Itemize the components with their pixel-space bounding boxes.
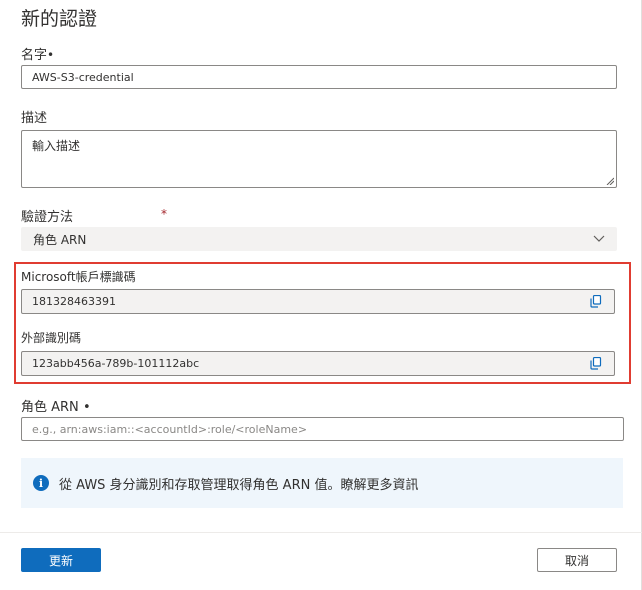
description-textarea[interactable] (21, 130, 617, 188)
copy-external-id-button[interactable] (588, 356, 604, 372)
role-arn-required-mark: • (82, 400, 91, 415)
chevron-down-icon (593, 235, 605, 242)
new-credential-panel: 新的認證 名字• 描述 驗證方法 * 角色 ARN Microsoft帳戶標識碼… (0, 0, 642, 590)
resize-grip-icon[interactable] (606, 177, 614, 185)
copy-microsoft-account-id-button[interactable] (588, 294, 604, 310)
role-arn-label: 角色 ARN • (21, 396, 91, 415)
auth-method-selected: 角色 ARN (33, 232, 87, 247)
auth-method-label: 驗證方法 (21, 210, 74, 225)
info-message-bar: i 從 AWS 身分識別和存取管理取得角色 ARN 值。瞭解更多資訊 (21, 458, 623, 508)
info-icon: i (33, 475, 49, 491)
update-button[interactable]: 更新 (21, 548, 101, 572)
role-arn-label-text: 角色 ARN (21, 400, 79, 415)
description-label: 描述 (21, 111, 48, 126)
microsoft-account-id-label: Microsoft帳戶標識碼 (21, 270, 136, 284)
external-id-value: 123abb456a-789b-101112abc (32, 357, 200, 370)
copy-icon (590, 357, 602, 370)
microsoft-account-id-field: 181328463391 (21, 289, 615, 314)
name-input[interactable] (21, 65, 617, 89)
external-id-field: 123abb456a-789b-101112abc (21, 351, 615, 376)
auth-method-dropdown[interactable]: 角色 ARN (21, 227, 617, 251)
external-id-label: 外部識別碼 (21, 331, 82, 345)
cancel-button[interactable]: 取消 (537, 548, 617, 572)
panel-title: 新的認證 (21, 8, 98, 30)
microsoft-account-id-value: 181328463391 (32, 295, 116, 308)
role-arn-input[interactable] (21, 417, 624, 441)
name-label: 名字• (21, 44, 54, 63)
name-label-text: 名字 (21, 48, 48, 63)
footer-divider (0, 532, 642, 533)
info-message-text: 從 AWS 身分識別和存取管理取得角色 ARN 值。瞭解更多資訊 (59, 477, 419, 493)
auth-method-required-mark: * (161, 207, 167, 221)
name-required-mark: • (47, 48, 55, 62)
copy-icon (590, 295, 602, 308)
